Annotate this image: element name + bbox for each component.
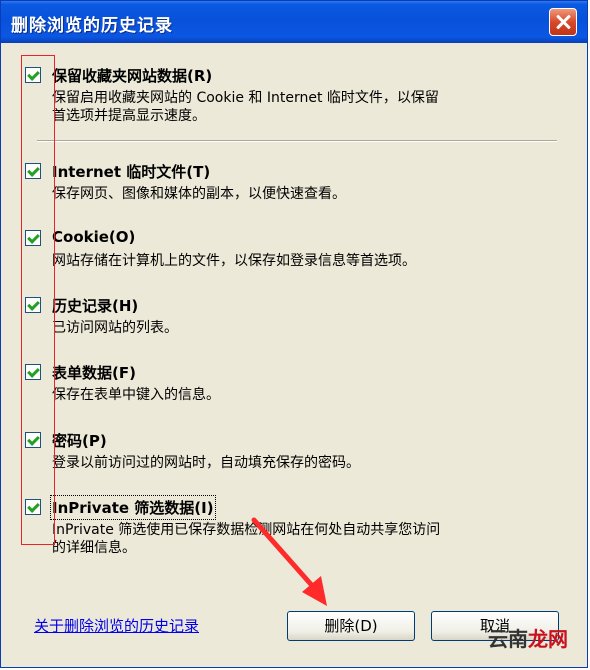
option-description: 保存网页、图像和媒体的副本，以便快速查看。: [52, 185, 346, 203]
description-line: 保存在表单中键入的信息。: [52, 387, 220, 403]
about-delete-history-link[interactable]: 关于删除浏览的历史记录: [34, 615, 199, 636]
option-description: 登录以前访问过的网站时，自动填充保存的密码。: [52, 454, 360, 472]
delete-history-dialog: 删除浏览的历史记录 保留收藏夹网站数据(R) 保留启用收藏夹网站的 Cookie…: [0, 0, 588, 668]
highlight-box: [21, 55, 55, 545]
option-description: InPrivate 筛选使用已保存数据检测网站在何处自动共享您访问 的详细信息。: [52, 521, 440, 557]
option-title: Internet 临时文件(T): [52, 163, 211, 181]
option-title: InPrivate 筛选数据(I): [50, 495, 216, 520]
option-title: Cookie(O): [52, 228, 136, 246]
option-title: 历史记录(H): [52, 297, 139, 315]
watermark: 云南龙网: [488, 623, 568, 652]
description-line: 保留启用收藏夹网站的 Cookie 和 Internet 临时文件，以保留: [52, 90, 439, 106]
watermark-text: 云南: [488, 627, 528, 651]
description-line: InPrivate 筛选使用已保存数据检测网站在何处自动共享您访问: [52, 522, 441, 538]
description-line: 的详细信息。: [52, 540, 136, 556]
option-title: 保留收藏夹网站数据(R): [52, 67, 213, 85]
close-icon[interactable]: [549, 8, 577, 36]
watermark-text: 龙网: [528, 627, 568, 651]
delete-button[interactable]: 删除(D): [287, 611, 415, 641]
option-description: 保存在表单中键入的信息。: [52, 386, 220, 404]
option-title: 密码(P): [52, 432, 107, 450]
separator: [37, 140, 557, 142]
description-line: 网站存储在计算机上的文件，以保存如登录信息等首选项。: [52, 253, 416, 269]
description-line: 保存网页、图像和媒体的副本，以便快速查看。: [52, 186, 346, 202]
description-line: 登录以前访问过的网站时，自动填充保存的密码。: [52, 455, 360, 471]
window-title: 删除浏览的历史记录: [11, 16, 173, 36]
option-description: 保留启用收藏夹网站的 Cookie 和 Internet 临时文件，以保留 首选…: [52, 89, 439, 125]
description-line: 首选项并提高显示速度。: [52, 108, 206, 124]
option-title: 表单数据(F): [52, 364, 136, 382]
option-description: 网站存储在计算机上的文件，以保存如登录信息等首选项。: [52, 252, 416, 270]
option-description: 已访问网站的列表。: [52, 319, 178, 337]
title-bar[interactable]: 删除浏览的历史记录: [1, 1, 587, 43]
description-line: 已访问网站的列表。: [52, 320, 178, 336]
